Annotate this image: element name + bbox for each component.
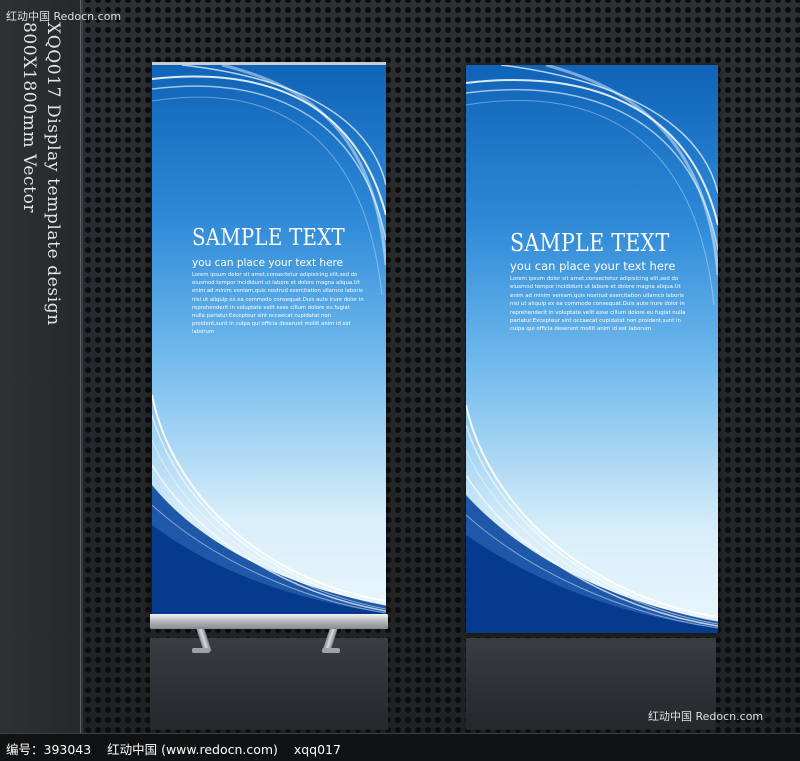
side-caption-strip: XQQ017 Display template design 800X1800m… <box>0 0 83 733</box>
footer-bar: 编号：393043 红动中国 (www.redocn.com) xqq017 <box>0 733 800 761</box>
stand-foot-right <box>322 648 340 653</box>
floor-shadow-left <box>150 638 388 730</box>
side-caption-line2: 800X1800mm Vector <box>19 22 39 214</box>
watermark-bottom-right: 红动中国 Redocn.com <box>648 710 764 723</box>
watermark-top: 红动中国 Redocn.com <box>6 10 122 23</box>
banner-stand-base <box>150 614 388 629</box>
banner-body-text: Lorem ipsum dolor sit amet,consectetur a… <box>192 272 364 336</box>
footer-info-text: 编号：393043 红动中国 (www.redocn.com) xqq017 <box>6 742 341 757</box>
wave-lines-graphic <box>152 65 386 617</box>
banner-title: SAMPLE TEXT <box>192 225 346 251</box>
banner-body-text: Lorem ipsum dolor sit amet,consectetur a… <box>510 276 686 333</box>
stand-foot-left <box>192 648 210 653</box>
side-caption-line1: XQQ017 Display template design <box>43 22 63 326</box>
rollup-banner-right: SAMPLE TEXT you can place your text here… <box>466 65 718 633</box>
rollup-banner-left: SAMPLE TEXT you can place your text here… <box>152 62 386 617</box>
wave-lines-graphic <box>466 65 718 633</box>
banner-title: SAMPLE TEXT <box>510 229 670 257</box>
banner-subtitle: you can place your text here <box>510 259 676 273</box>
banner-subtitle: you can place your text here <box>192 257 344 269</box>
